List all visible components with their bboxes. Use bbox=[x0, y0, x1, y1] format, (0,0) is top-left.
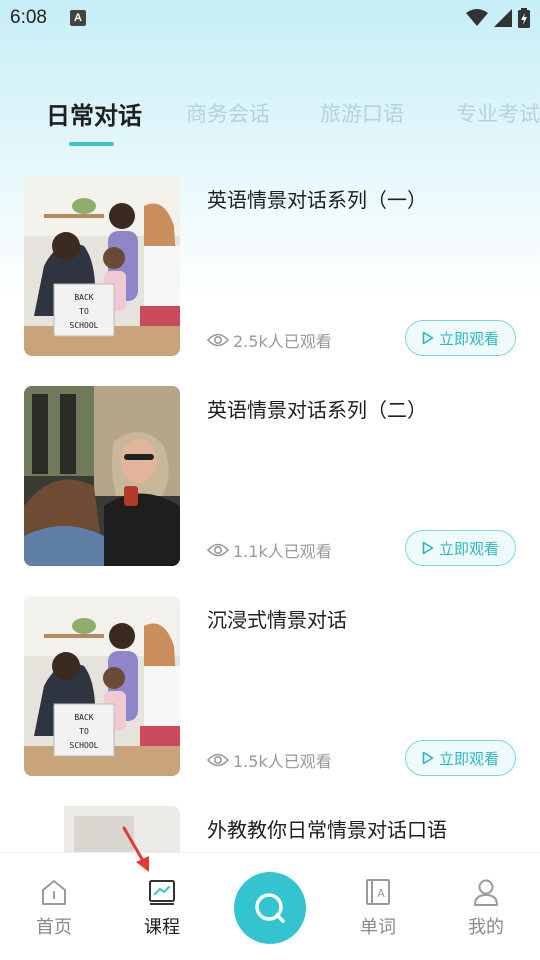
view-count: 1.1k人已观看 bbox=[207, 538, 332, 562]
cellular-signal-icon bbox=[494, 9, 512, 27]
search-icon bbox=[255, 893, 285, 923]
watch-now-button[interactable]: 立即观看 bbox=[405, 320, 516, 356]
bottom-navigation: 首页 课程 A 单词 我的 bbox=[0, 852, 540, 960]
vocabulary-book-icon: A bbox=[366, 879, 390, 905]
course-item[interactable]: BACK TO SCHOOL 沉浸式情景对话 1.5k人已观看 立即观看 bbox=[24, 596, 520, 776]
nav-profile[interactable]: 我的 bbox=[456, 877, 516, 939]
status-bar: 6:08 A bbox=[0, 0, 540, 38]
nav-courses[interactable]: 课程 bbox=[132, 877, 192, 939]
play-icon bbox=[422, 751, 434, 765]
home-icon bbox=[42, 880, 66, 905]
course-item[interactable]: 英语情景对话系列（二） 1.1k人已观看 立即观看 bbox=[24, 386, 520, 566]
watch-now-label: 立即观看 bbox=[438, 329, 499, 348]
active-tab-indicator bbox=[69, 142, 114, 146]
nav-courses-label: 课程 bbox=[144, 917, 180, 938]
nav-home-label: 首页 bbox=[36, 917, 72, 938]
nav-words[interactable]: A 单词 bbox=[348, 877, 408, 939]
eye-icon bbox=[207, 753, 229, 767]
course-title: 英语情景对话系列（一） bbox=[207, 188, 427, 212]
course-thumbnail: BACK TO SCHOOL bbox=[24, 176, 180, 356]
sign-text-line1: BACK bbox=[74, 293, 93, 302]
sign-text-line1: BACK bbox=[74, 713, 93, 722]
sign-text-line3: SCHOOL bbox=[70, 741, 99, 750]
status-icons bbox=[466, 8, 530, 28]
course-title: 沉浸式情景对话 bbox=[207, 608, 347, 632]
user-icon bbox=[474, 879, 498, 906]
course-title: 英语情景对话系列（二） bbox=[207, 398, 427, 422]
tab-professional-exam[interactable]: 专业考试 bbox=[456, 98, 540, 128]
nav-words-label: 单词 bbox=[360, 917, 396, 938]
watch-now-label: 立即观看 bbox=[438, 749, 499, 768]
search-button[interactable] bbox=[234, 872, 306, 944]
course-thumbnail bbox=[24, 386, 180, 566]
category-tabs: 日常对话 商务会话 旅游口语 专业考试 bbox=[0, 98, 540, 158]
tab-daily-conversation[interactable]: 日常对话 bbox=[46, 98, 142, 131]
view-count: 2.5k人已观看 bbox=[207, 328, 332, 352]
svg-text:A: A bbox=[377, 887, 385, 900]
courses-chart-icon bbox=[149, 880, 175, 905]
sign-text-line3: SCHOOL bbox=[70, 321, 99, 330]
status-time: 6:08 bbox=[10, 7, 47, 28]
eye-icon bbox=[207, 543, 229, 557]
nav-profile-label: 我的 bbox=[468, 917, 504, 938]
view-count: 1.5k人已观看 bbox=[207, 748, 332, 772]
play-icon bbox=[422, 541, 434, 555]
sign-text-line2: TO bbox=[79, 727, 89, 736]
wifi-icon bbox=[466, 9, 488, 26]
play-icon bbox=[422, 331, 434, 345]
view-count-text: 1.5k人已观看 bbox=[233, 752, 332, 771]
sign-text-line2: TO bbox=[79, 307, 89, 316]
tab-travel-english[interactable]: 旅游口语 bbox=[320, 98, 404, 128]
annotation-arrow-icon bbox=[122, 826, 149, 872]
battery-icon bbox=[518, 8, 530, 28]
notification-icon: A bbox=[70, 10, 86, 26]
watch-now-button[interactable]: 立即观看 bbox=[405, 740, 516, 776]
view-count-text: 2.5k人已观看 bbox=[233, 332, 332, 351]
watch-now-label: 立即观看 bbox=[438, 539, 499, 558]
view-count-text: 1.1k人已观看 bbox=[233, 542, 332, 561]
tab-business-conversation[interactable]: 商务会话 bbox=[186, 98, 270, 128]
nav-home[interactable]: 首页 bbox=[24, 877, 84, 939]
course-item[interactable]: BACK TO SCHOOL 英语情景对话系列（一） 2.5k人已观看 立即观看 bbox=[24, 176, 520, 356]
watch-now-button[interactable]: 立即观看 bbox=[405, 530, 516, 566]
eye-icon bbox=[207, 333, 229, 347]
course-title: 外教教你日常情景对话口语 bbox=[207, 818, 447, 842]
course-thumbnail: BACK TO SCHOOL bbox=[24, 596, 180, 776]
